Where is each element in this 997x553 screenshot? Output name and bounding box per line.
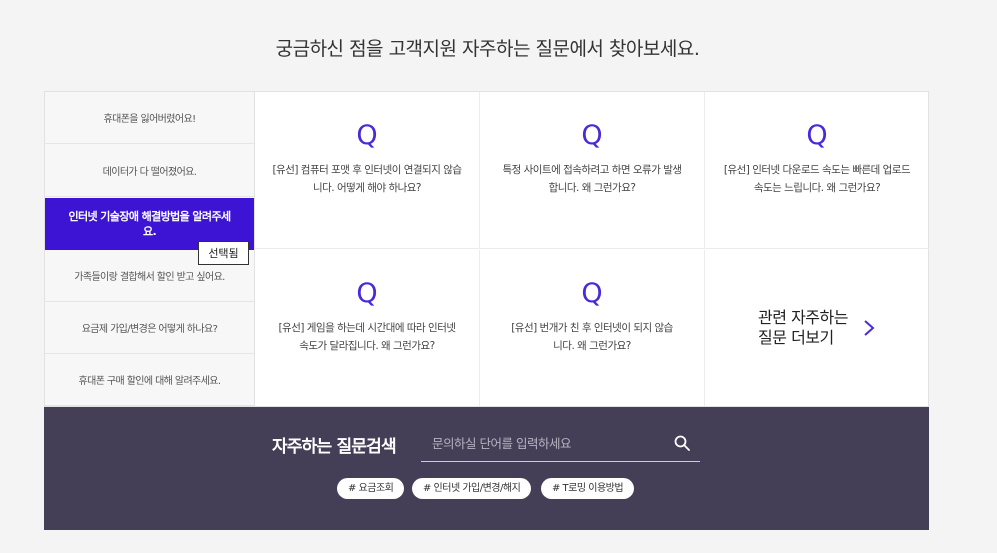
more-faq-label: 관련 자주하는 질문 더보기 — [758, 308, 848, 348]
tag-billing-inquiry[interactable]: # 요금조회 — [337, 478, 405, 499]
faq-card[interactable]: Q [유선] 인터넷 다운로드 속도는 빠른데 업로드 속도는 느립니다. 왜 … — [705, 92, 929, 249]
more-faq-label-line2: 질문 더보기 — [758, 328, 834, 347]
q-icon: Q — [581, 120, 603, 151]
faq-question: [유선] 인터넷 다운로드 속도는 빠른데 업로드 속도는 느립니다. 왜 그런… — [723, 164, 911, 194]
page-headline: 궁금하신 점을 고객지원 자주하는 질문에서 찾아보세요. — [275, 38, 700, 60]
tag-internet-subscription[interactable]: # 인터넷 가입/변경/해지 — [412, 478, 532, 499]
category-data-exhausted[interactable]: 데이터가 다 떨어졌어요. — [45, 145, 254, 197]
search-field — [421, 426, 700, 462]
q-icon: Q — [356, 120, 378, 151]
more-faq-link[interactable]: 관련 자주하는 질문 더보기 — [705, 250, 929, 406]
faq-panel: 휴대폰을 잃어버렸어요! 데이터가 다 떨어졌어요. 인터넷 기술장애 해결방법… — [44, 91, 929, 407]
selected-tooltip: 선택됨 — [198, 241, 249, 265]
faq-card[interactable]: Q [유선] 번개가 친 후 인터넷이 되지 않습니다. 왜 그런가요? — [480, 250, 705, 406]
faq-question: [유선] 컴퓨터 포맷 후 인터넷이 연결되지 않습니다. 어떻게 해야 하나요… — [272, 164, 462, 194]
q-icon: Q — [806, 120, 828, 151]
tag-t-roaming[interactable]: # T로밍 이용방법 — [541, 478, 635, 499]
search-input[interactable] — [421, 426, 661, 461]
more-faq-label-line1: 관련 자주하는 — [758, 308, 848, 327]
category-plan-change[interactable]: 요금제 가입/변경은 어떻게 하나요? — [45, 302, 254, 354]
faq-question: [유선] 게임을 하는데 시간대에 따라 인터넷 속도가 달라집니다. 왜 그런… — [278, 322, 456, 352]
faq-card[interactable]: Q [유선] 컴퓨터 포맷 후 인터넷이 연결되지 않습니다. 어떻게 해야 하… — [255, 92, 480, 249]
faq-search-bar: 자주하는 질문검색 # 요금조회 # 인터넷 가입/변경/해지 # T로밍 이용… — [44, 407, 929, 530]
faq-card[interactable]: Q 특정 사이트에 접속하려고 하면 오류가 발생합니다. 왜 그런가요? — [480, 92, 705, 249]
category-phone-discount[interactable]: 휴대폰 구매 할인에 대해 알려주세요. — [45, 354, 254, 406]
category-sidebar: 휴대폰을 잃어버렸어요! 데이터가 다 떨어졌어요. 인터넷 기술장애 해결방법… — [45, 92, 255, 406]
search-label: 자주하는 질문검색 — [272, 437, 397, 457]
q-icon: Q — [581, 278, 603, 309]
category-lost-phone[interactable]: 휴대폰을 잃어버렸어요! — [45, 92, 254, 144]
faq-question: [유선] 번개가 친 후 인터넷이 되지 않습니다. 왜 그런가요? — [511, 322, 673, 352]
faq-card[interactable]: Q [유선] 게임을 하는데 시간대에 따라 인터넷 속도가 달라집니다. 왜 … — [255, 250, 480, 406]
search-icon[interactable] — [674, 435, 690, 451]
faq-question: 특정 사이트에 접속하려고 하면 오류가 발생합니다. 왜 그런가요? — [502, 164, 682, 194]
chevron-right-icon — [864, 320, 875, 336]
q-icon: Q — [356, 278, 378, 309]
